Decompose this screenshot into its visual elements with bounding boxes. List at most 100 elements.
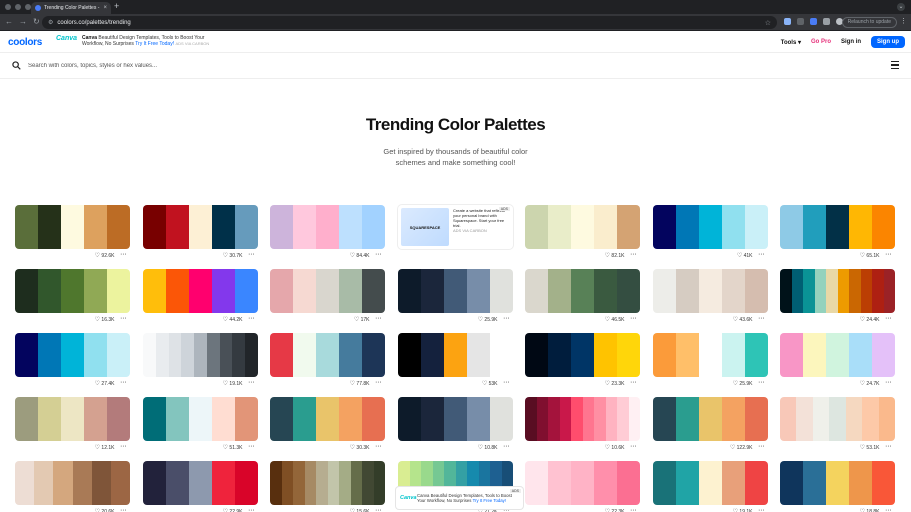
palette-card[interactable]: ♡ 20.6K ··· xyxy=(15,461,130,512)
palette-swatches[interactable] xyxy=(525,205,640,249)
address-bar[interactable]: ⚙ coolors.co/palettes/trending ☆ xyxy=(42,16,777,29)
color-swatch[interactable] xyxy=(166,205,189,249)
color-swatch[interactable] xyxy=(189,461,212,505)
palette-card[interactable]: ♡ 44.2K ··· xyxy=(143,269,258,325)
more-options-icon[interactable]: ··· xyxy=(249,508,256,512)
color-swatch[interactable] xyxy=(490,397,513,441)
color-swatch[interactable] xyxy=(270,397,293,441)
color-swatch[interactable] xyxy=(270,269,293,313)
palette-card[interactable]: ♡ 24.7K ··· xyxy=(780,333,895,389)
color-swatch[interactable] xyxy=(181,333,195,377)
palette-card[interactable]: ♡ 77.8K ··· xyxy=(270,333,385,389)
color-swatch[interactable] xyxy=(316,269,339,313)
palette-swatches[interactable] xyxy=(270,461,385,505)
color-swatch[interactable] xyxy=(653,333,676,377)
color-swatch[interactable] xyxy=(235,397,258,441)
color-swatch[interactable] xyxy=(72,461,92,505)
color-swatch[interactable] xyxy=(617,333,640,377)
color-swatch[interactable] xyxy=(143,205,166,249)
sign-in-link[interactable]: Sign in xyxy=(841,39,861,45)
floating-ad[interactable]: Canva Canva Beautiful Design Templates, … xyxy=(396,487,523,509)
like-button[interactable]: ♡ 43.6K xyxy=(733,316,753,323)
more-options-icon[interactable]: ··· xyxy=(886,444,893,450)
color-swatch[interactable] xyxy=(849,205,872,249)
color-swatch[interactable] xyxy=(745,205,768,249)
like-button[interactable]: ♡ 92.6K xyxy=(95,252,115,259)
like-button[interactable]: ♡ 41K xyxy=(737,252,753,259)
color-swatch[interactable] xyxy=(232,333,246,377)
palette-swatches[interactable] xyxy=(780,397,895,441)
ad-close-button[interactable]: ADS xyxy=(509,489,521,493)
like-button[interactable]: ♡ 22.3K xyxy=(605,508,625,512)
palette-swatches[interactable] xyxy=(15,205,130,249)
color-swatch[interactable] xyxy=(490,333,513,377)
more-options-icon[interactable]: ··· xyxy=(249,444,256,450)
color-swatch[interactable] xyxy=(53,461,73,505)
palette-swatches[interactable] xyxy=(270,205,385,249)
like-button[interactable]: ♡ 25.9K xyxy=(733,380,753,387)
color-swatch[interactable] xyxy=(398,397,421,441)
color-swatch[interactable] xyxy=(699,333,722,377)
like-button[interactable]: ♡ 20.6K xyxy=(95,508,115,512)
color-swatch[interactable] xyxy=(327,461,339,505)
more-options-icon[interactable]: ··· xyxy=(249,252,256,258)
site-info-icon[interactable]: ⚙ xyxy=(48,19,53,26)
color-swatch[interactable] xyxy=(571,205,594,249)
color-swatch[interactable] xyxy=(107,397,130,441)
color-swatch[interactable] xyxy=(837,269,849,313)
color-swatch[interactable] xyxy=(536,397,548,441)
color-swatch[interactable] xyxy=(617,461,640,505)
color-swatch[interactable] xyxy=(849,461,872,505)
color-swatch[interactable] xyxy=(155,333,169,377)
more-options-icon[interactable]: ··· xyxy=(759,252,766,258)
color-swatch[interactable] xyxy=(872,269,884,313)
color-swatch[interactable] xyxy=(84,333,107,377)
color-swatch[interactable] xyxy=(219,333,233,377)
color-swatch[interactable] xyxy=(617,205,640,249)
color-swatch[interactable] xyxy=(617,269,640,313)
color-swatch[interactable] xyxy=(421,333,444,377)
palette-card[interactable]: ♡ 46.5K ··· xyxy=(525,269,640,325)
more-options-icon[interactable]: ··· xyxy=(631,252,638,258)
sign-up-button[interactable]: Sign up xyxy=(871,36,905,48)
color-swatch[interactable] xyxy=(293,205,316,249)
color-swatch[interactable] xyxy=(194,333,207,377)
color-swatch[interactable] xyxy=(525,269,548,313)
color-swatch[interactable] xyxy=(826,205,849,249)
color-swatch[interactable] xyxy=(780,333,803,377)
color-swatch[interactable] xyxy=(293,461,305,505)
palette-swatches[interactable] xyxy=(525,461,640,505)
more-options-icon[interactable]: ··· xyxy=(121,316,128,322)
color-swatch[interactable] xyxy=(206,333,220,377)
color-swatch[interactable] xyxy=(862,397,879,441)
color-swatch[interactable] xyxy=(212,205,235,249)
like-button[interactable]: ♡ 122.9K xyxy=(730,444,753,451)
palette-swatches[interactable] xyxy=(398,269,513,313)
color-swatch[interactable] xyxy=(245,333,258,377)
more-options-icon[interactable]: ··· xyxy=(759,444,766,450)
color-swatch[interactable] xyxy=(15,205,38,249)
color-swatch[interactable] xyxy=(699,269,722,313)
palette-card[interactable]: ♡ 19.1K ··· xyxy=(143,333,258,389)
more-options-icon[interactable]: ··· xyxy=(886,508,893,512)
palette-swatches[interactable] xyxy=(15,333,130,377)
relaunch-button[interactable]: Relaunch to update xyxy=(841,17,897,28)
more-options-icon[interactable]: ··· xyxy=(504,316,511,322)
color-swatch[interactable] xyxy=(350,461,362,505)
like-button[interactable]: ♡ 19.1K xyxy=(733,508,753,512)
palette-card[interactable]: ♡ 82.1K ··· xyxy=(525,205,640,261)
color-swatch[interactable] xyxy=(15,397,38,441)
color-swatch[interactable] xyxy=(15,461,35,505)
bookmark-star-icon[interactable]: ☆ xyxy=(765,19,771,27)
color-swatch[interactable] xyxy=(676,269,699,313)
more-options-icon[interactable]: ··· xyxy=(249,316,256,322)
palette-swatches[interactable] xyxy=(653,461,768,505)
color-swatch[interactable] xyxy=(803,333,826,377)
color-swatch[interactable] xyxy=(212,269,235,313)
palette-swatches[interactable] xyxy=(653,333,768,377)
color-swatch[interactable] xyxy=(362,461,374,505)
palette-card[interactable]: ♡ 23.3K ··· xyxy=(525,333,640,389)
palette-card[interactable]: ♡ 65.1K ··· xyxy=(780,205,895,261)
color-swatch[interactable] xyxy=(803,269,815,313)
extension-icon[interactable] xyxy=(810,18,817,25)
